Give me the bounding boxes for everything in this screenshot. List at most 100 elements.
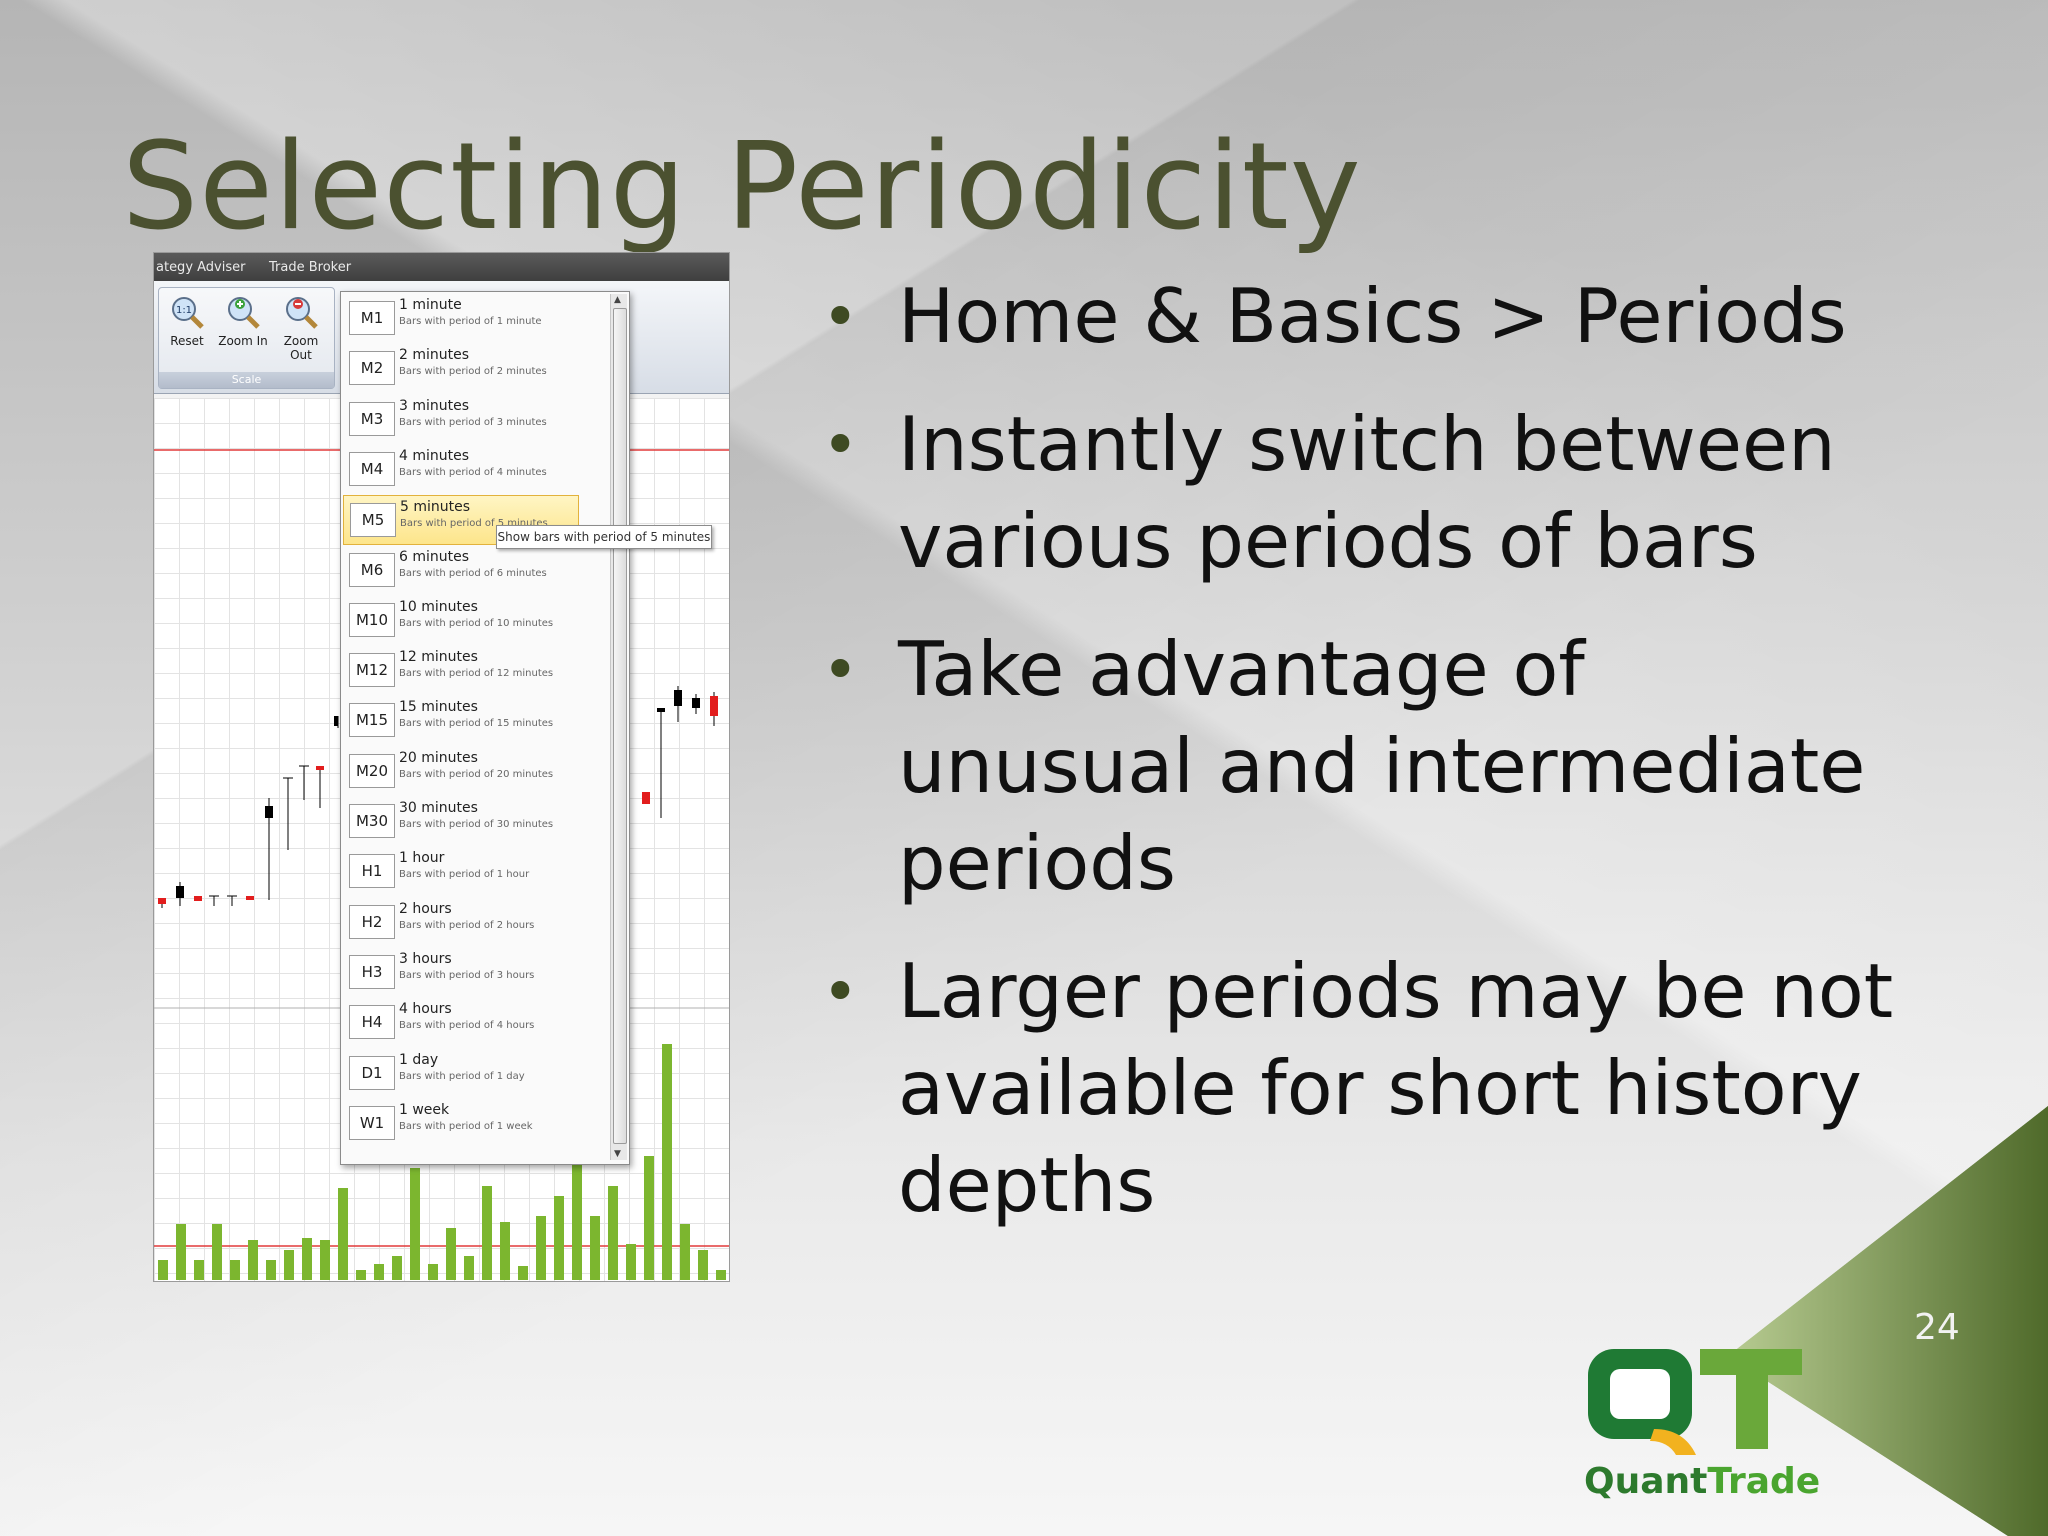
- volume-bar: [248, 1240, 258, 1280]
- scale-group-label: Scale: [159, 372, 334, 388]
- period-name: 30 minutes: [399, 800, 478, 816]
- slide-title: Selecting Periodicity: [122, 118, 1362, 257]
- period-code: H3: [349, 954, 395, 989]
- svg-text:1:1: 1:1: [176, 305, 192, 316]
- scroll-up-icon[interactable]: ▲: [614, 295, 621, 305]
- period-item-m10[interactable]: M10 10 minutes Bars with period of 10 minu…: [343, 596, 577, 644]
- zoom-out-button[interactable]: Zoom Out: [275, 294, 327, 362]
- zoom-in-button[interactable]: Zoom In: [217, 294, 269, 348]
- page-number: 24: [1914, 1307, 1960, 1348]
- period-item-m30[interactable]: M30 30 minutes Bars with period of 30 minu…: [343, 797, 577, 845]
- period-item-h1[interactable]: H1 1 hour Bars with period of 1 hour: [343, 847, 577, 895]
- menu-bar: ategy Adviser Trade Broker: [154, 253, 729, 281]
- menu-item-strategy-adviser[interactable]: ategy Adviser: [156, 260, 245, 275]
- period-name: 1 week: [399, 1101, 450, 1118]
- magnifier-reset-icon: 1:1: [172, 297, 204, 329]
- period-description: Bars with period of 2 hours: [399, 919, 535, 931]
- period-item-w1[interactable]: W1 1 week Bars with period of 1 week: [343, 1099, 577, 1147]
- volume-bar: [374, 1264, 384, 1280]
- candle: [194, 896, 202, 901]
- volume-bar: [266, 1260, 276, 1280]
- volume-bar: [230, 1260, 240, 1280]
- volume-bar: [176, 1224, 186, 1280]
- logo-word-quant: Quant: [1584, 1461, 1708, 1502]
- period-code: M5: [350, 503, 396, 538]
- menu-item-trade-broker[interactable]: Trade Broker: [269, 260, 351, 275]
- period-item-m15[interactable]: M15 15 minutes Bars with period of 15 minu…: [343, 696, 577, 744]
- bullet-line: periods: [898, 819, 1176, 907]
- period-description: Bars with period of 1 minute: [399, 316, 542, 327]
- period-description: Bars with period of 15 minutes: [399, 718, 554, 730]
- volume-bar: [302, 1238, 312, 1280]
- candle: [674, 690, 682, 706]
- period-code: M20: [349, 753, 395, 788]
- zoom-in-label: Zoom In: [218, 334, 268, 348]
- volume-bar: [212, 1224, 222, 1280]
- volume-bar: [608, 1186, 618, 1280]
- candle: [710, 696, 718, 716]
- period-name: 6 minutes: [399, 548, 470, 565]
- period-item-m6[interactable]: M6 6 minutes Bars with period of 6 minutes: [343, 546, 577, 594]
- dropdown-scrollbar[interactable]: ▲ ▼: [610, 294, 627, 1160]
- volume-bar: [500, 1222, 510, 1280]
- bullet-line: Take advantage of: [898, 625, 1585, 713]
- reset-button[interactable]: 1:1 Reset: [161, 294, 213, 348]
- period-item-h3[interactable]: H3 3 hours Bars with period of 3 hours: [343, 948, 577, 996]
- zoom-out-icon: [286, 297, 318, 329]
- candle: [657, 708, 665, 712]
- volume-bar: [320, 1240, 330, 1280]
- volume-bar: [698, 1250, 708, 1280]
- period-description: Bars with period of 1 week: [399, 1120, 533, 1132]
- period-description: Bars with period of 20 minutes: [399, 768, 554, 780]
- candle: [176, 886, 184, 898]
- period-item-h2[interactable]: H2 2 hours Bars with period of 2 hours: [343, 898, 577, 946]
- candle: [265, 806, 273, 818]
- period-code: H4: [349, 1005, 395, 1040]
- period-description: Bars with period of 12 minutes: [399, 668, 554, 680]
- period-code: M3: [349, 401, 395, 436]
- scroll-down-icon[interactable]: ▼: [614, 1149, 621, 1159]
- bullet-line: Larger periods may be not: [898, 947, 1894, 1035]
- volume-bar: [482, 1186, 492, 1280]
- period-item-d1[interactable]: D1 1 day Bars with period of 1 day: [343, 1049, 577, 1097]
- period-description: Bars with period of 30 minutes: [399, 819, 554, 830]
- app-screenshot: ategy Adviser Trade Broker 1:1 Reset Zoo…: [153, 252, 730, 1282]
- volume-bar: [356, 1270, 366, 1280]
- period-description: Bars with period of 2 minutes: [399, 366, 547, 378]
- bullet-item: • Instantly switch between various perio…: [812, 396, 2012, 590]
- period-item-m20[interactable]: M20 20 minutes Bars with period of 20 minu…: [343, 747, 577, 795]
- volume-bar: [644, 1156, 654, 1280]
- period-name: 2 hours: [399, 900, 452, 917]
- candle: [642, 792, 650, 804]
- period-item-m3[interactable]: M3 3 minutes Bars with period of 3 minutes: [343, 395, 577, 443]
- period-tooltip: Show bars with period of 5 minutes: [496, 525, 712, 549]
- period-item-m1[interactable]: M1 1 minute Bars with period of 1 minute: [343, 294, 577, 342]
- reset-label: Reset: [170, 334, 204, 348]
- period-name: 4 minutes: [399, 447, 470, 464]
- period-dropdown[interactable]: ▲ ▼ M1 1 minute Bars with period of 1 minu…: [340, 291, 630, 1165]
- period-name: 10 minutes: [399, 598, 478, 615]
- bullet-line: unusual and intermediate: [898, 722, 1866, 810]
- volume-bar: [392, 1256, 402, 1280]
- period-code: M2: [349, 351, 395, 386]
- period-code: H2: [349, 904, 395, 939]
- period-code: D1: [349, 1055, 395, 1090]
- bullet-dot-icon: •: [822, 408, 859, 481]
- volume-bar: [716, 1270, 726, 1280]
- volume-bar: [518, 1266, 528, 1280]
- candle: [246, 896, 254, 900]
- zoom-in-icon: [228, 297, 260, 329]
- volume-bar: [410, 1168, 420, 1280]
- period-item-m12[interactable]: M12 12 minutes Bars with period of 12 minu…: [343, 646, 577, 694]
- period-item-m4[interactable]: M4 4 minutes Bars with period of 4 minutes: [343, 445, 577, 493]
- zoom-out-label: Zoom Out: [283, 334, 319, 362]
- period-name: 3 minutes: [399, 397, 470, 414]
- logo-word-trade: Trade: [1707, 1461, 1821, 1502]
- period-item-h4[interactable]: H4 4 hours Bars with period of 4 hours: [343, 998, 577, 1046]
- period-name: 2 minutes: [399, 347, 470, 364]
- scale-group: 1:1 Reset Zoom In Zoom Out Scale: [158, 287, 335, 389]
- period-name: 1 hour: [399, 850, 445, 867]
- scrollbar-thumb[interactable]: [613, 308, 627, 1144]
- bullet-line: Instantly switch between: [898, 400, 1836, 488]
- period-item-m2[interactable]: M2 2 minutes Bars with period of 2 minutes: [343, 344, 577, 392]
